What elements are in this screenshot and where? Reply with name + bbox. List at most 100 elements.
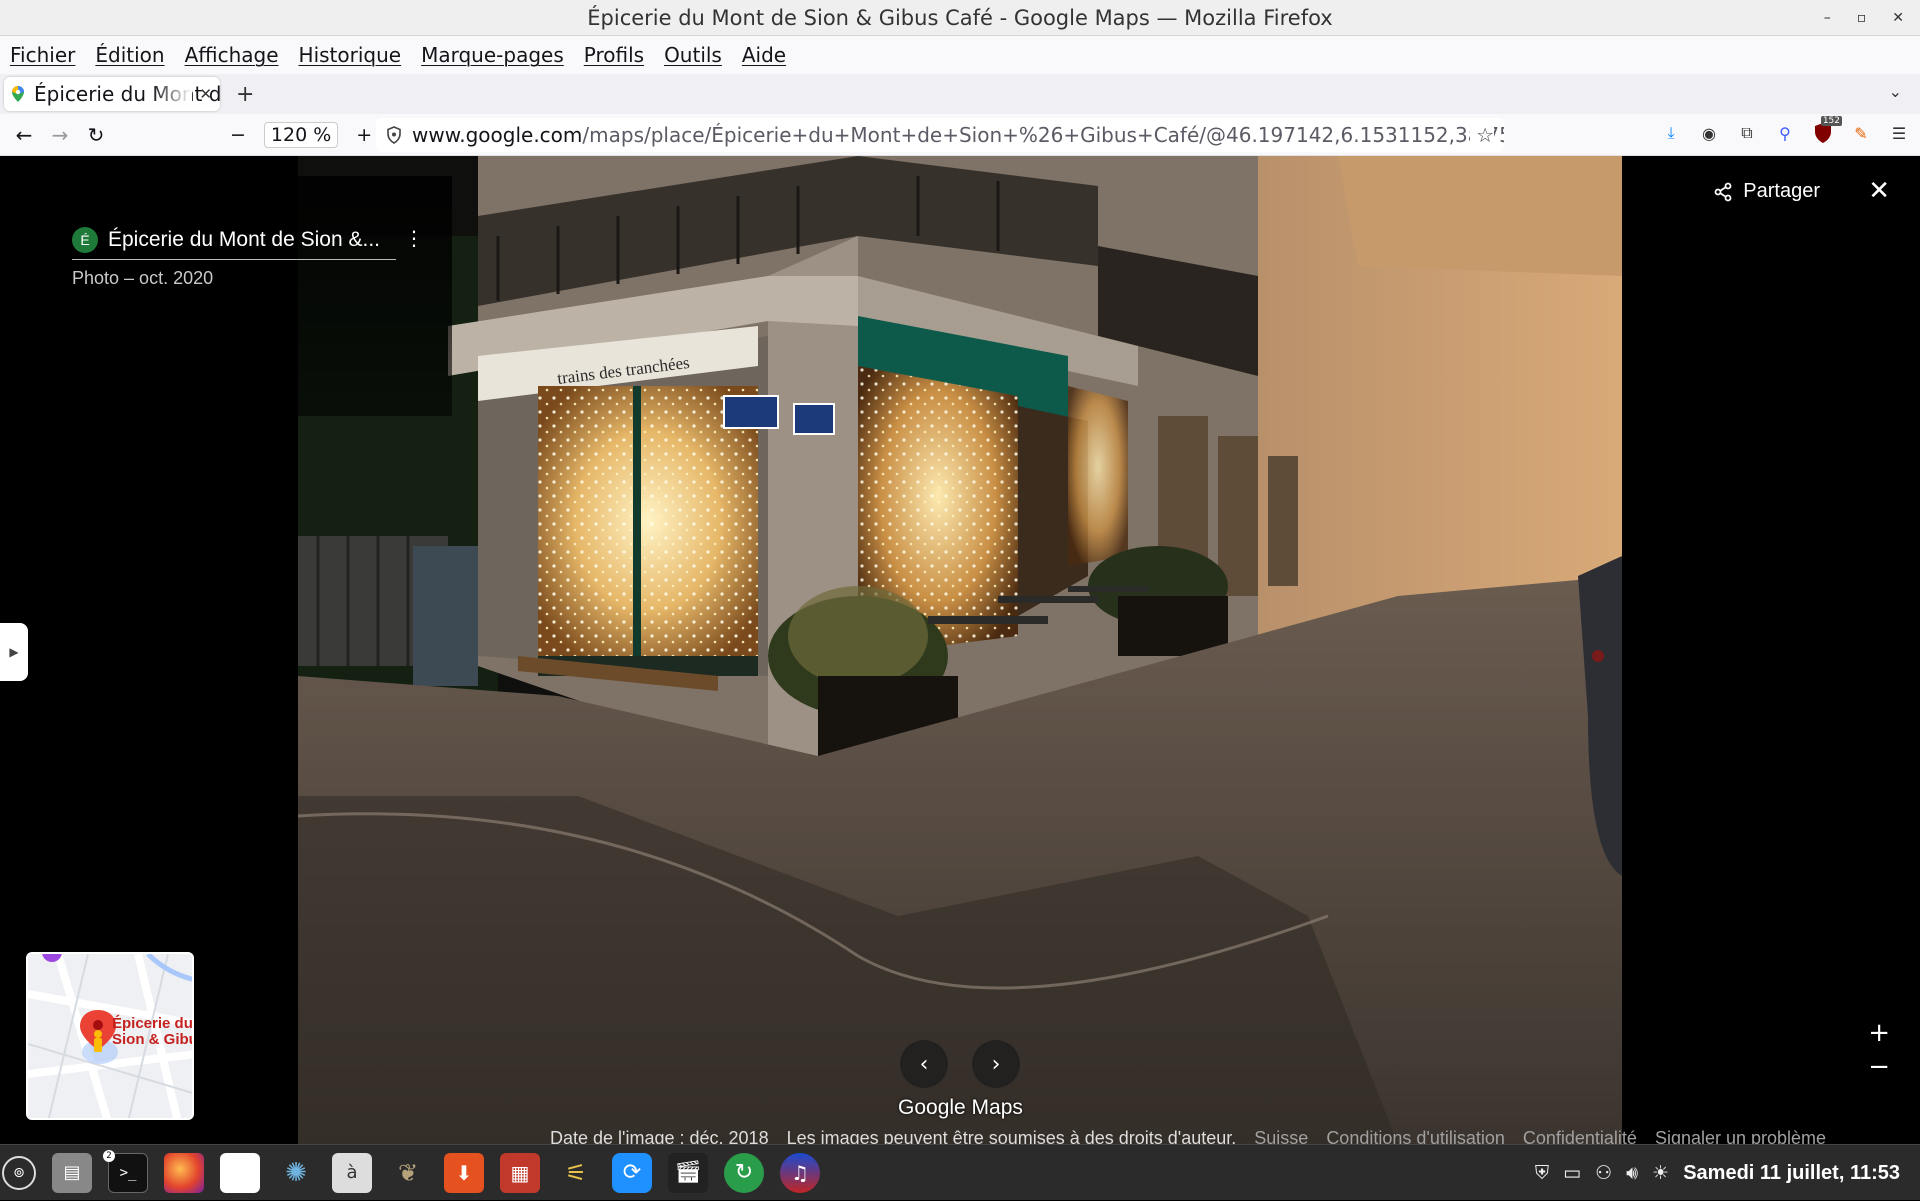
audacity-icon[interactable]: ♫	[780, 1152, 820, 1193]
photo-nav-arrows: ‹ ›	[900, 1040, 1020, 1088]
menu-outils[interactable]: Outils	[664, 43, 722, 67]
download-app-icon[interactable]: ⬇	[444, 1152, 484, 1193]
swirl-app-icon[interactable]: ✺	[276, 1153, 316, 1193]
brightness-icon[interactable]: ☀	[1652, 1162, 1669, 1184]
report-problem-link[interactable]: Signaler un problème	[1655, 1128, 1826, 1144]
zoom-level[interactable]: 120 %	[263, 121, 339, 148]
next-photo-button[interactable]: ›	[972, 1040, 1020, 1088]
image-date: Date de l'image : déc. 2018	[550, 1128, 769, 1144]
reload-icon[interactable]: ↻	[78, 123, 114, 147]
photo-date: Photo – oct. 2020	[72, 268, 214, 288]
shield-icon[interactable]	[386, 126, 402, 144]
tab-close-button[interactable]: ✕	[199, 85, 212, 103]
clock[interactable]: Samedi 11 juillet, 11:53	[1683, 1162, 1900, 1185]
zoom-out-button[interactable]: −	[230, 124, 246, 146]
volume-icon[interactable]: 🔊︎	[1626, 1162, 1638, 1184]
notification-extension-icon[interactable]: ✎	[1850, 122, 1872, 144]
place-initial-badge: É	[72, 226, 98, 253]
share-icon	[1714, 182, 1732, 201]
document-icon[interactable]	[220, 1152, 260, 1193]
more-vert-icon[interactable]: ⋮	[404, 226, 424, 250]
window-title: Épicerie du Mont de Sion & Gibus Café - …	[587, 5, 1333, 30]
mini-map-label-line2: Sion & Gibu	[112, 1031, 194, 1048]
file-manager-icon[interactable]: ▤	[52, 1152, 92, 1193]
streetview-viewer[interactable]: trains des tranchées É Épicerie du Mont …	[0, 156, 1920, 1144]
clapperboard-icon[interactable]: 🎬︎	[668, 1152, 708, 1193]
zoom-in-photo-button[interactable]: +	[1868, 1016, 1890, 1050]
toolbar-icons: ⤓ ◉ ⧉ ⚲ 152 ✎ ☰	[1660, 116, 1910, 144]
mini-map[interactable]: Épicerie du Sion & Gibu	[26, 952, 194, 1120]
previous-photo-button[interactable]: ‹	[900, 1040, 948, 1088]
attribution-footer: Date de l'image : déc. 2018 Les images p…	[550, 1128, 1826, 1144]
url-path: /maps/place/Épicerie+du+Mont+de+Sion+%26…	[582, 123, 1504, 147]
back-arrow-icon[interactable]: ←	[6, 123, 42, 147]
mini-map-label-line1: Épicerie du	[112, 1015, 193, 1032]
url-bar[interactable]: www.google.com/maps/place/Épicerie+du+Mo…	[376, 118, 1504, 152]
broom-icon[interactable]: ⚟	[556, 1153, 596, 1193]
search-extension-icon[interactable]: ⚲	[1774, 122, 1796, 144]
gimp-icon[interactable]: ❦	[388, 1153, 428, 1193]
account-icon[interactable]: ◉	[1698, 122, 1720, 144]
taskbar: ⊚ ▤ >_ 2 ✺ à ❦ ⬇ ▦ ⚟ ⟳ 🎬︎ ↻ ♫ ⛨ ▭ ⚇ 🔊︎ ☀…	[0, 1144, 1920, 1200]
zoom-in-button[interactable]: +	[356, 124, 372, 146]
copyright-notice: Les images peuvent être soumises à des d…	[786, 1128, 1237, 1144]
tab-label: Épicerie du Mont de Sion & Gibus Café - …	[34, 82, 220, 106]
maximize-button[interactable]: ▫	[1857, 10, 1867, 26]
country-link[interactable]: Suisse	[1254, 1128, 1308, 1144]
text-editor-icon[interactable]: à	[332, 1152, 372, 1193]
window-titlebar: Épicerie du Mont de Sion & Gibus Café - …	[0, 0, 1920, 36]
google-maps-logo: Google Maps	[898, 1096, 1023, 1119]
expand-panel-button[interactable]: ▶	[0, 623, 28, 681]
terms-link[interactable]: Conditions d'utilisation	[1326, 1128, 1505, 1144]
privacy-link[interactable]: Confidentialité	[1523, 1128, 1637, 1144]
bookmark-star-icon[interactable]: ☆	[1470, 123, 1494, 147]
menu-launcher-icon[interactable]: ⊚	[2, 1155, 36, 1190]
extensions-icon[interactable]: ⧉	[1736, 122, 1758, 144]
sync-icon[interactable]: ⟳	[612, 1152, 652, 1193]
streetview-photo[interactable]: trains des tranchées	[298, 156, 1622, 1144]
maps-pin-icon	[12, 86, 24, 102]
tab-strip: Épicerie du Mont de Sion & Gibus Café - …	[0, 74, 1920, 114]
url-host: www.google.com	[412, 123, 583, 147]
nav-bar: ← → ↻ − 120 % + www.google.com/maps/plac…	[0, 114, 1920, 156]
security-shield-icon[interactable]: ⛨	[1535, 1162, 1549, 1184]
network-icon[interactable]: ⚇	[1595, 1162, 1612, 1184]
share-button[interactable]: Partager	[1713, 180, 1820, 203]
chevron-right-icon: ▶	[9, 645, 19, 659]
close-window-button[interactable]: ✕	[1892, 10, 1904, 26]
zoom-controls: − 120 % +	[230, 121, 372, 148]
menu-aide[interactable]: Aide	[742, 43, 786, 67]
ublock-icon[interactable]: 152	[1812, 116, 1842, 144]
menu-bar: Fichier Édition Affichage Historique Mar…	[0, 36, 1920, 74]
menu-affichage[interactable]: Affichage	[185, 43, 279, 67]
qr-code-icon[interactable]: ▦	[500, 1152, 540, 1193]
drive-icon[interactable]: ▭	[1563, 1162, 1581, 1184]
menu-edition[interactable]: Édition	[95, 43, 164, 67]
share-label: Partager	[1743, 180, 1820, 202]
downloads-icon[interactable]: ⤓	[1660, 122, 1682, 144]
terminal-icon[interactable]: >_ 2	[103, 1149, 148, 1193]
ublock-count: 152	[1820, 116, 1842, 126]
new-tab-button[interactable]: +	[236, 82, 254, 107]
terminal-badge: 2	[103, 1149, 115, 1162]
forward-arrow-icon[interactable]: →	[42, 123, 78, 147]
firefox-icon[interactable]	[164, 1152, 204, 1193]
tab-google-maps[interactable]: Épicerie du Mont de Sion & Gibus Café - …	[4, 77, 220, 111]
storefront-photo: trains des tranchées	[298, 156, 1622, 1144]
menu-historique[interactable]: Historique	[299, 43, 402, 67]
menu-fichier[interactable]: Fichier	[10, 43, 75, 67]
place-title-row[interactable]: É Épicerie du Mont de Sion &...	[72, 220, 396, 260]
place-card: É Épicerie du Mont de Sion &... ⋮ Photo …	[0, 176, 452, 416]
minimize-button[interactable]: –	[1824, 10, 1831, 26]
system-tray: ⛨ ▭ ⚇ 🔊︎ ☀ Samedi 11 juillet, 11:53	[1535, 1145, 1900, 1201]
place-name[interactable]: Épicerie du Mont de Sion &...	[108, 228, 380, 252]
list-all-tabs-button[interactable]: ⌄	[1889, 82, 1902, 101]
menu-profils[interactable]: Profils	[584, 43, 644, 67]
menu-marque-pages[interactable]: Marque-pages	[421, 43, 564, 67]
zoom-out-photo-button[interactable]: −	[1868, 1050, 1890, 1084]
tab-fade	[152, 77, 192, 111]
green-circle-app-icon[interactable]: ↻	[724, 1152, 764, 1193]
mini-map-label: Épicerie du Sion & Gibu	[112, 1015, 194, 1048]
close-viewer-button[interactable]: ✕	[1868, 176, 1890, 206]
app-menu-icon[interactable]: ☰	[1888, 122, 1910, 144]
